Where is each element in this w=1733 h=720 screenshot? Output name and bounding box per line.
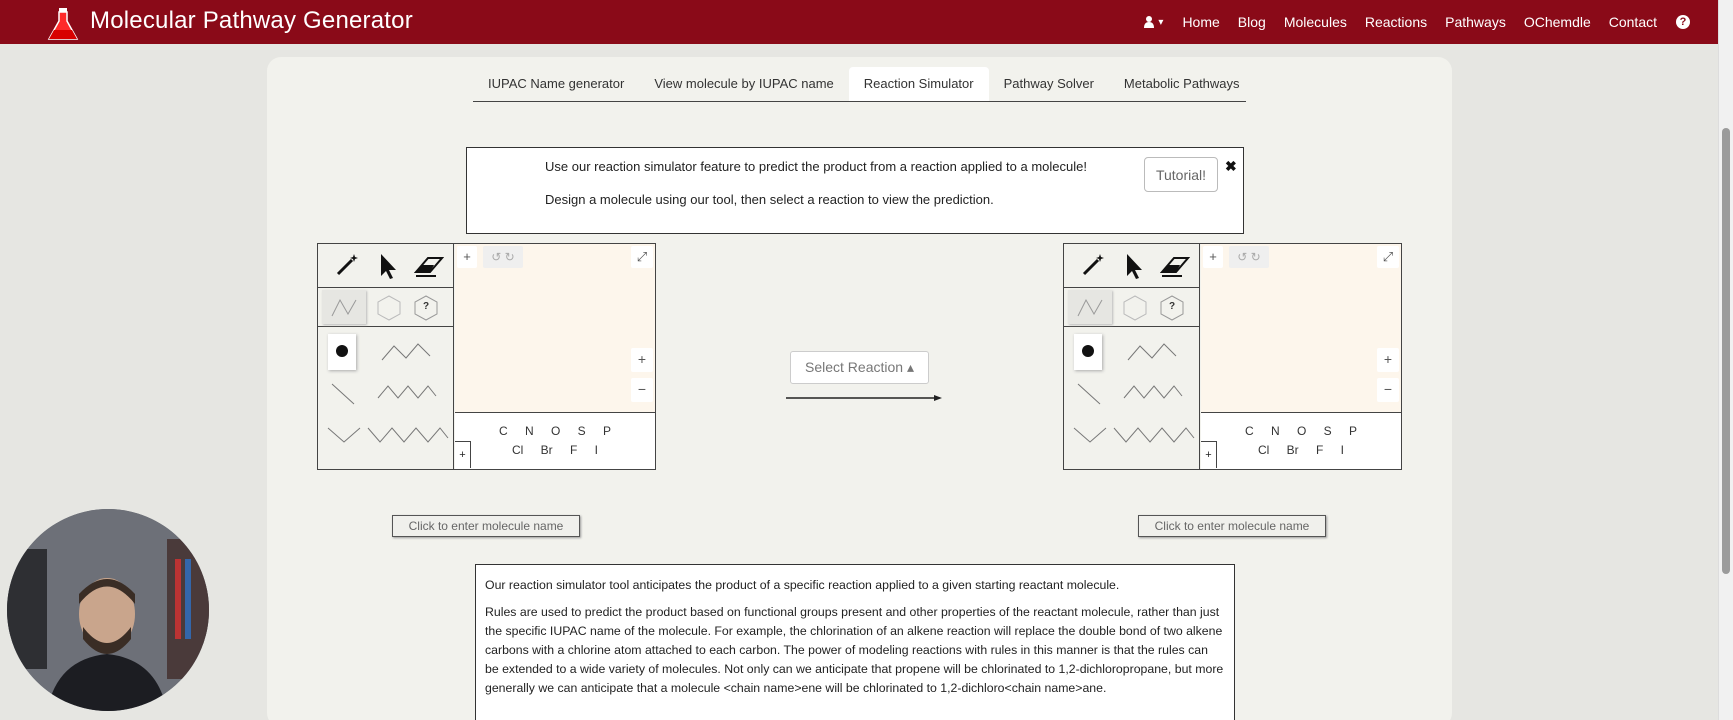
add-button[interactable]: +: [1203, 246, 1223, 268]
chain-icon: [331, 298, 357, 317]
chain-5-icon[interactable]: [366, 424, 450, 446]
unknown-template-icon[interactable]: ?: [412, 294, 440, 322]
chain-tool-button[interactable]: [1068, 290, 1112, 324]
zoom-in-button[interactable]: +: [631, 348, 653, 372]
user-icon: [1144, 16, 1155, 28]
add-button[interactable]: +: [457, 246, 477, 268]
product-name-button[interactable]: Click to enter molecule name: [1138, 515, 1326, 537]
nav-blog[interactable]: Blog: [1229, 14, 1275, 30]
zoom-out-button[interactable]: −: [1377, 378, 1399, 402]
ring-icon[interactable]: [1122, 294, 1148, 322]
top-navbar: Molecular Pathway Generator ▾ Home Blog …: [0, 0, 1718, 44]
product-editor: ? + ↺ ↻ ⤢ + − C N O S P Cl Br F I +: [1063, 243, 1402, 470]
atom-dot-icon: [1082, 345, 1094, 357]
reaction-arrow-icon: [786, 395, 942, 401]
atoms-row-2[interactable]: Cl Br F I: [455, 443, 655, 457]
nav-contact[interactable]: Contact: [1600, 14, 1666, 30]
drawing-canvas[interactable]: + ↺ ↻ ⤢ + −: [455, 244, 655, 412]
unknown-glyph: ?: [1168, 301, 1176, 312]
reactant-name-button[interactable]: Click to enter molecule name: [392, 515, 580, 537]
magic-wand-icon[interactable]: [334, 252, 360, 278]
tab-view-molecule[interactable]: View molecule by IUPAC name: [639, 67, 848, 101]
select-cursor-icon[interactable]: [1124, 252, 1146, 280]
presenter-video-image: [7, 509, 209, 711]
tab-reaction-simulator[interactable]: Reaction Simulator: [848, 67, 989, 101]
ring-icon[interactable]: [376, 294, 402, 322]
reactant-editor: ? + ↺ ↻ ⤢ + − C N O S P Cl Br F I +: [317, 243, 656, 470]
zoom-in-button[interactable]: +: [1377, 348, 1399, 372]
eraser-icon[interactable]: [414, 254, 444, 278]
description-paragraph-2: Rules are used to predict the product ba…: [485, 605, 1224, 695]
expand-icon[interactable]: ⤢: [631, 246, 653, 268]
nav-molecules[interactable]: Molecules: [1275, 14, 1356, 30]
single-bond-icon[interactable]: [330, 382, 356, 406]
atoms-row-1[interactable]: C N O S P: [1201, 424, 1401, 438]
info-line-2: Design a molecule using our tool, then s…: [545, 192, 994, 207]
unknown-glyph: ?: [422, 301, 430, 312]
tab-metabolic-pathways[interactable]: Metabolic Pathways: [1109, 67, 1255, 101]
brand-title[interactable]: Molecular Pathway Generator: [90, 7, 413, 35]
add-atom-button[interactable]: +: [1201, 441, 1217, 468]
drawing-canvas[interactable]: + ↺ ↻ ⤢ + −: [1201, 244, 1401, 412]
unknown-template-icon[interactable]: ?: [1158, 294, 1186, 322]
webcam-overlay: [7, 509, 209, 711]
scrollbar-thumb[interactable]: [1722, 128, 1730, 574]
chevron-down-icon: ▾: [1158, 16, 1164, 28]
page-scrollbar[interactable]: [1718, 0, 1733, 720]
chain-2-icon[interactable]: [1072, 424, 1108, 446]
select-cursor-icon[interactable]: [378, 252, 400, 280]
nav-reactions[interactable]: Reactions: [1356, 14, 1436, 30]
info-box: Use our reaction simulator feature to pr…: [466, 147, 1244, 234]
expand-icon[interactable]: ⤢: [1377, 246, 1399, 268]
eraser-icon[interactable]: [1160, 254, 1190, 278]
zoom-out-button[interactable]: −: [631, 378, 653, 402]
nav-ochemdle[interactable]: OChemdle: [1515, 14, 1600, 30]
atom-tool-button[interactable]: [328, 334, 356, 370]
editor-toolbar: ?: [1064, 244, 1200, 469]
chain-4-icon[interactable]: [376, 382, 438, 402]
help-icon[interactable]: ?: [1676, 15, 1690, 29]
description-paragraph-1: Our reaction simulator tool anticipates …: [485, 578, 1120, 592]
tab-iupac-name-generator[interactable]: IUPAC Name generator: [473, 67, 639, 101]
atoms-row-2[interactable]: Cl Br F I: [1201, 443, 1401, 457]
user-menu[interactable]: ▾: [1134, 16, 1173, 28]
nav-menu: ▾ Home Blog Molecules Reactions Pathways…: [1134, 0, 1690, 44]
atom-palette[interactable]: C N O S P Cl Br F I +: [455, 412, 655, 469]
magic-wand-icon[interactable]: [1080, 252, 1106, 278]
tab-pathway-solver[interactable]: Pathway Solver: [989, 67, 1109, 101]
description-box: Our reaction simulator tool anticipates …: [475, 564, 1235, 720]
chain-3-icon[interactable]: [380, 340, 432, 364]
select-reaction-dropdown[interactable]: Select Reaction ▴: [790, 351, 929, 384]
atom-dot-icon: [336, 345, 348, 357]
chain-5-icon[interactable]: [1112, 424, 1196, 446]
chain-2-icon[interactable]: [326, 424, 362, 446]
chain-3-icon[interactable]: [1126, 340, 1178, 364]
nav-pathways[interactable]: Pathways: [1436, 14, 1515, 30]
atom-tool-button[interactable]: [1074, 334, 1102, 370]
undo-redo-icon[interactable]: ↺ ↻: [483, 246, 523, 268]
chain-tool-button[interactable]: [322, 290, 366, 324]
atom-palette[interactable]: C N O S P Cl Br F I +: [1201, 412, 1401, 469]
flask-logo-icon[interactable]: [46, 6, 80, 42]
close-icon[interactable]: ✖: [1225, 158, 1237, 175]
tool-tabs: IUPAC Name generator View molecule by IU…: [473, 67, 1246, 102]
info-line-1: Use our reaction simulator feature to pr…: [545, 159, 1087, 174]
nav-home[interactable]: Home: [1173, 14, 1228, 30]
undo-redo-icon[interactable]: ↺ ↻: [1229, 246, 1269, 268]
tutorial-button[interactable]: Tutorial!: [1144, 157, 1218, 192]
chain-icon: [1077, 298, 1103, 317]
atoms-row-1[interactable]: C N O S P: [455, 424, 655, 438]
editor-toolbar: ?: [318, 244, 454, 469]
add-atom-button[interactable]: +: [455, 441, 471, 468]
chain-4-icon[interactable]: [1122, 382, 1184, 402]
single-bond-icon[interactable]: [1076, 382, 1102, 406]
